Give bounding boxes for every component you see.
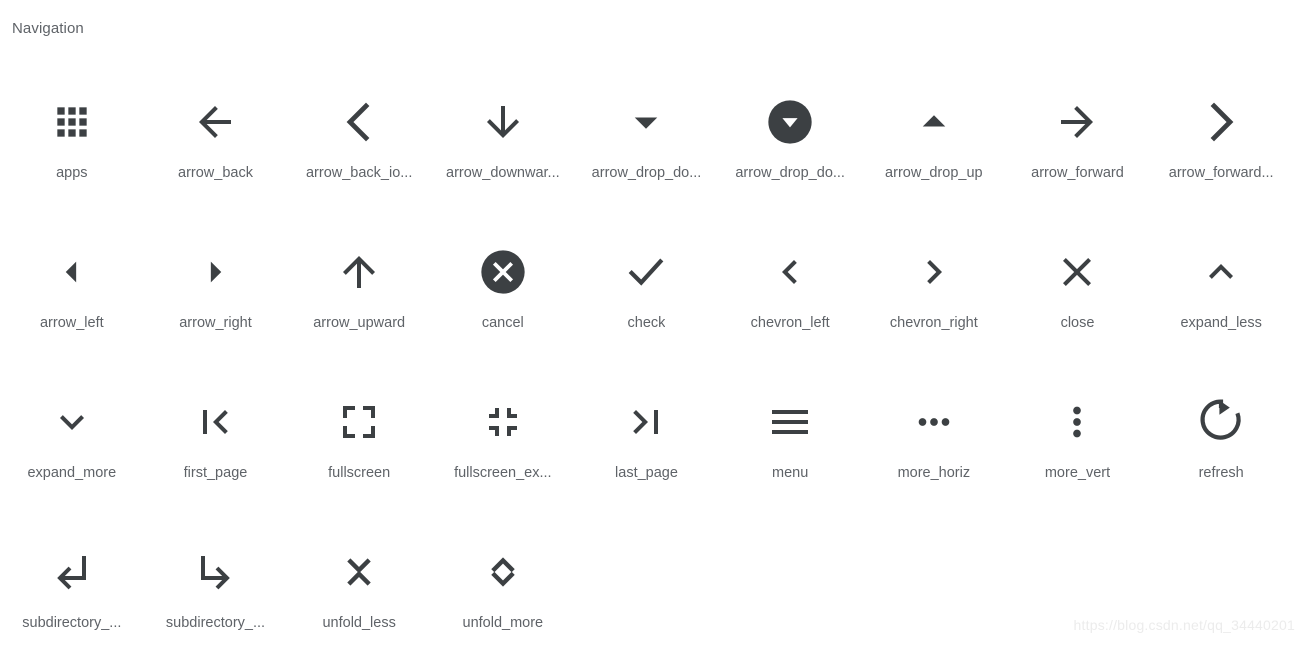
icon-label: subdirectory_... <box>165 615 266 631</box>
icon-label: subdirectory_... <box>22 615 122 631</box>
icon-label: arrow_drop_do... <box>591 165 702 181</box>
icon-cell-unfold_less[interactable]: unfold_less <box>287 522 431 672</box>
icon-label: expand_more <box>27 465 117 481</box>
icon-cell-arrow_forward[interactable]: arrow_forward <box>1006 72 1150 222</box>
refresh-icon[interactable] <box>1189 390 1253 454</box>
subdirectory-arrow-left-icon[interactable] <box>40 540 104 604</box>
arrow-drop-down-icon[interactable] <box>614 90 678 154</box>
icon-cell-arrow_right[interactable]: arrow_right <box>144 222 288 372</box>
icon-cell-arrow_forward_ios[interactable]: arrow_forward... <box>1149 72 1293 222</box>
icon-cell-arrow_back_ios[interactable]: arrow_back_io... <box>287 72 431 222</box>
icon-cell-arrow_back[interactable]: arrow_back <box>144 72 288 222</box>
icon-label: first_page <box>183 465 248 481</box>
icon-label: arrow_downwar... <box>446 165 560 181</box>
icon-cell-more_horiz[interactable]: more_horiz <box>862 372 1006 522</box>
icon-cell-arrow_downward[interactable]: arrow_downwar... <box>431 72 575 222</box>
icon-cell-cancel[interactable]: cancel <box>431 222 575 372</box>
icon-label: more_horiz <box>897 465 971 481</box>
arrow-upward-icon[interactable] <box>327 240 391 304</box>
icon-cell-subdirectory_arrow_right[interactable]: subdirectory_... <box>144 522 288 672</box>
unfold-less-icon[interactable] <box>327 540 391 604</box>
icon-cell-close[interactable]: close <box>1006 222 1150 372</box>
menu-icon[interactable] <box>758 390 822 454</box>
icon-label: unfold_less <box>322 615 396 631</box>
icon-label: more_vert <box>1044 465 1111 481</box>
arrow-downward-icon[interactable] <box>471 90 535 154</box>
last-page-icon[interactable] <box>614 390 678 454</box>
icon-cell-subdirectory_arrow_left[interactable]: subdirectory_... <box>0 522 144 672</box>
icon-cell-check[interactable]: check <box>575 222 719 372</box>
icon-cell-arrow_drop_down[interactable]: arrow_drop_do... <box>575 72 719 222</box>
icon-label: fullscreen <box>328 465 391 481</box>
icon-label: close <box>1060 315 1095 331</box>
fullscreen-icon[interactable] <box>327 390 391 454</box>
icon-label: cancel <box>481 315 524 331</box>
watermark: https://blog.csdn.net/qq_34440201 <box>1073 617 1295 633</box>
icon-cell-refresh[interactable]: refresh <box>1149 372 1293 522</box>
check-icon[interactable] <box>614 240 678 304</box>
arrow-forward-ios-icon[interactable] <box>1189 90 1253 154</box>
icon-label: apps <box>56 165 88 181</box>
expand-less-icon[interactable] <box>1189 240 1253 304</box>
icon-cell-unfold_more[interactable]: unfold_more <box>431 522 575 672</box>
icon-label: expand_less <box>1180 315 1262 331</box>
chevron-right-icon[interactable] <box>902 240 966 304</box>
icon-label: fullscreen_ex... <box>454 465 552 481</box>
arrow-back-icon[interactable] <box>183 90 247 154</box>
arrow-drop-down-circle-icon[interactable] <box>758 90 822 154</box>
icon-cell-expand_less[interactable]: expand_less <box>1149 222 1293 372</box>
icon-cell-last_page[interactable]: last_page <box>575 372 719 522</box>
icon-grid: apps arrow_back arrow_back_io... arrow_d… <box>0 72 1293 672</box>
fullscreen-exit-icon[interactable] <box>471 390 535 454</box>
icon-cell-chevron_right[interactable]: chevron_right <box>862 222 1006 372</box>
icon-cell-menu[interactable]: menu <box>718 372 862 522</box>
icon-label: refresh <box>1198 465 1244 481</box>
icon-label: chevron_left <box>750 315 830 331</box>
icon-cell-expand_more[interactable]: expand_more <box>0 372 144 522</box>
icon-label: arrow_right <box>179 315 252 331</box>
icon-label: unfold_more <box>462 615 544 631</box>
icon-label: arrow_drop_do... <box>735 165 845 181</box>
more-vert-icon[interactable] <box>1045 390 1109 454</box>
more-horiz-icon[interactable] <box>902 390 966 454</box>
icon-label: arrow_upward <box>313 315 406 331</box>
unfold-more-icon[interactable] <box>471 540 535 604</box>
chevron-left-icon[interactable] <box>758 240 822 304</box>
arrow-drop-up-icon[interactable] <box>902 90 966 154</box>
page-title: Navigation <box>12 20 84 37</box>
icon-label: arrow_back_io... <box>305 165 413 181</box>
icon-cell-arrow_left[interactable]: arrow_left <box>0 222 144 372</box>
cancel-icon[interactable] <box>471 240 535 304</box>
icon-cell-apps[interactable]: apps <box>0 72 144 222</box>
icon-label: menu <box>772 465 809 481</box>
icon-label: check <box>627 315 666 331</box>
icon-label: arrow_back <box>178 165 253 181</box>
icon-label: last_page <box>615 465 678 481</box>
arrow-back-ios-icon[interactable] <box>327 90 391 154</box>
icon-label: arrow_left <box>39 315 104 331</box>
arrow-left-icon[interactable] <box>40 240 104 304</box>
icon-cell-chevron_left[interactable]: chevron_left <box>718 222 862 372</box>
icon-cell-more_vert[interactable]: more_vert <box>1006 372 1150 522</box>
arrow-forward-icon[interactable] <box>1045 90 1109 154</box>
apps-icon[interactable] <box>40 90 104 154</box>
icon-label: arrow_forward <box>1031 165 1124 181</box>
icon-cell-fullscreen_exit[interactable]: fullscreen_ex... <box>431 372 575 522</box>
first-page-icon[interactable] <box>183 390 247 454</box>
close-icon[interactable] <box>1045 240 1109 304</box>
icon-cell-first_page[interactable]: first_page <box>144 372 288 522</box>
icon-cell-arrow_drop_down_circle[interactable]: arrow_drop_do... <box>718 72 862 222</box>
icon-label: chevron_right <box>889 315 978 331</box>
expand-more-icon[interactable] <box>40 390 104 454</box>
subdirectory-arrow-right-icon[interactable] <box>183 540 247 604</box>
icon-cell-arrow_drop_up[interactable]: arrow_drop_up <box>862 72 1006 222</box>
icon-label: arrow_drop_up <box>885 165 983 181</box>
icon-cell-arrow_upward[interactable]: arrow_upward <box>287 222 431 372</box>
arrow-right-icon[interactable] <box>183 240 247 304</box>
icon-cell-fullscreen[interactable]: fullscreen <box>287 372 431 522</box>
icon-label: arrow_forward... <box>1168 165 1274 181</box>
